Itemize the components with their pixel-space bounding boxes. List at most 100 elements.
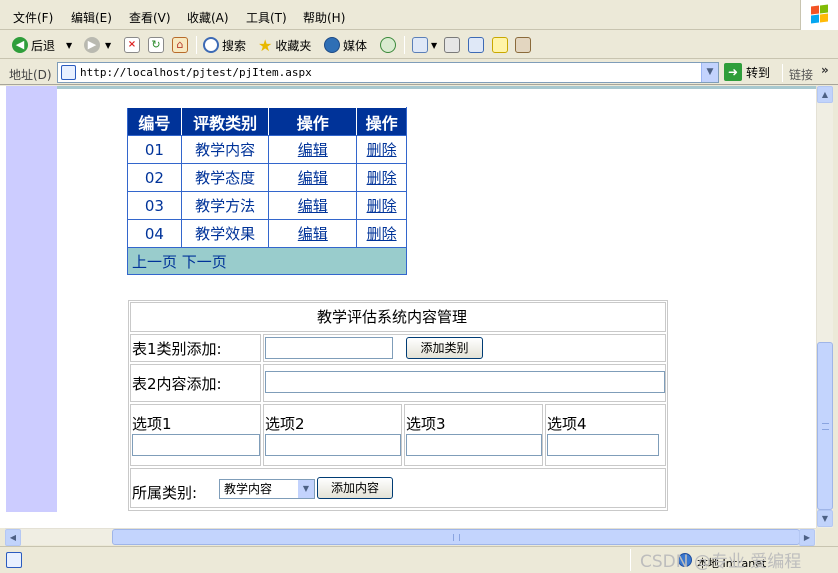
option1-input[interactable] (132, 434, 260, 456)
content-add-label: 表2内容添加: (132, 375, 222, 393)
delete-link[interactable]: 删除 (367, 197, 397, 215)
discuss-button[interactable] (492, 35, 508, 55)
go-label: 转到 (746, 65, 771, 80)
menu-help[interactable]: 帮助(H) (303, 9, 345, 26)
add-category-button[interactable]: 添加类别 (406, 337, 483, 359)
refresh-button[interactable]: ↻ (148, 35, 164, 55)
address-dropdown-icon[interactable]: ▼ (701, 63, 718, 82)
links-separator (782, 64, 783, 82)
table-row: 03 教学方法 编辑 删除 (127, 191, 407, 220)
stop-icon: × (124, 37, 140, 53)
edit-cell: 编辑 (268, 163, 358, 192)
scroll-left-icon[interactable]: ◀ (5, 529, 21, 546)
print-icon (444, 37, 460, 53)
scroll-down-icon[interactable]: ▼ (817, 510, 833, 527)
go-button[interactable]: ➜ 转到 (724, 63, 770, 81)
edit-link[interactable]: 编辑 (298, 141, 328, 159)
search-button[interactable]: 搜索 (203, 35, 246, 55)
option3-label: 选项3 (406, 415, 446, 433)
links-more-icon[interactable]: » (821, 63, 829, 77)
menu-edit[interactable]: 编辑(E) (71, 9, 112, 26)
messenger-icon (515, 37, 531, 53)
forward-arrow-icon: ▶ (84, 37, 100, 53)
category-add-label: 表1类别添加: (132, 340, 222, 358)
page-icon (61, 65, 76, 80)
windows-logo-icon (800, 0, 838, 30)
category-name-input[interactable] (265, 337, 393, 359)
edit-cell: 编辑 (268, 191, 358, 220)
option2-input[interactable] (265, 434, 401, 456)
edit-link[interactable]: 编辑 (298, 169, 328, 187)
forward-dropdown-icon[interactable]: ▼ (105, 41, 111, 50)
category-select[interactable]: 教学内容 ▼ (219, 479, 315, 499)
edit-page-button[interactable] (468, 35, 484, 55)
back-button[interactable]: ◀ 后退 ▼ (12, 35, 72, 55)
option3-input[interactable] (406, 434, 542, 456)
grid-pager-row: 上一页 下一页 (127, 247, 407, 275)
edit-cell: 编辑 (268, 219, 358, 248)
address-url[interactable]: http://localhost/pjtest/pjItem.aspx (80, 66, 312, 79)
favorites-star-icon: ★ (258, 35, 273, 55)
scroll-up-icon[interactable]: ▲ (817, 86, 833, 103)
stop-button[interactable]: × (124, 35, 140, 55)
status-pane-divider (630, 549, 631, 571)
history-button[interactable] (380, 35, 396, 55)
menu-file[interactable]: 文件(F) (13, 9, 53, 26)
links-label[interactable]: 链接 (789, 66, 813, 83)
top-rule (57, 86, 816, 89)
page-viewport: 编号 评教类别 操作 操作 01 教学内容 编辑 删除 02 教学态度 编辑 删… (0, 86, 816, 528)
window-right-edge (833, 86, 838, 546)
edit-link[interactable]: 编辑 (298, 225, 328, 243)
edit-link[interactable]: 编辑 (298, 197, 328, 215)
back-arrow-icon: ◀ (12, 37, 28, 53)
forward-button[interactable]: ▶ ▼ (84, 35, 111, 55)
address-label: 地址(D) (9, 68, 52, 82)
option4-input[interactable] (547, 434, 659, 456)
add-content-button[interactable]: 添加内容 (317, 477, 393, 499)
select-dropdown-icon[interactable]: ▼ (298, 480, 314, 498)
address-input[interactable]: http://localhost/pjtest/pjItem.aspx ▼ (57, 62, 719, 83)
grid-header-action-delete: 操作 (356, 107, 407, 136)
content-input[interactable] (265, 371, 665, 393)
horizontal-scroll-thumb[interactable] (112, 529, 800, 545)
table-row: 04 教学效果 编辑 删除 (127, 219, 407, 248)
toolbar-separator (196, 36, 197, 54)
content-management-form: 教学评估系统内容管理 表1类别添加: 添加类别 表2内容添加: 选项1 选项2 … (128, 300, 668, 511)
prev-page-link[interactable]: 上一页 (132, 253, 177, 271)
left-sidebar-strip (6, 86, 57, 512)
mail-button[interactable]: ▼ (412, 35, 437, 55)
scroll-right-icon[interactable]: ▶ (799, 529, 815, 546)
messenger-button[interactable] (515, 35, 531, 55)
menu-tools[interactable]: 工具(T) (246, 9, 287, 26)
next-page-link[interactable]: 下一页 (182, 253, 227, 271)
horizontal-scrollbar[interactable]: ◀ ▶ (5, 528, 816, 546)
row-category: 教学效果 (180, 219, 270, 248)
row-category: 教学方法 (180, 191, 270, 220)
print-button[interactable] (444, 35, 460, 55)
media-icon (324, 37, 340, 53)
mail-dropdown-icon[interactable]: ▼ (431, 41, 437, 50)
vertical-scroll-thumb[interactable] (817, 342, 833, 510)
menu-view[interactable]: 查看(V) (129, 9, 171, 26)
menu-favorites[interactable]: 收藏(A) (187, 9, 229, 26)
vertical-scrollbar[interactable]: ▲ ▼ (816, 86, 833, 528)
category-select-label: 所属类别: (132, 484, 198, 502)
delete-link[interactable]: 删除 (367, 225, 397, 243)
media-button[interactable]: 媒体 (324, 35, 367, 55)
row-category: 教学态度 (180, 163, 270, 192)
home-button[interactable]: ⌂ (172, 35, 188, 55)
grid-header-row: 编号 评教类别 操作 操作 (127, 107, 407, 136)
media-label: 媒体 (343, 38, 368, 53)
search-label: 搜索 (222, 38, 247, 53)
back-dropdown-icon[interactable]: ▼ (66, 41, 72, 50)
category-select-cell (130, 468, 666, 508)
favorites-button[interactable]: ★ 收藏夹 (258, 35, 311, 55)
option1-label: 选项1 (132, 415, 172, 433)
back-label: 后退 (31, 38, 56, 53)
delete-link[interactable]: 删除 (367, 169, 397, 187)
grid-header-category: 评教类别 (180, 107, 270, 136)
toolbar: ◀ 后退 ▼ ▶ ▼ × ↻ ⌂ 搜索 ★ 收藏夹 媒体 ▼ (0, 31, 838, 59)
row-id: 03 (127, 191, 182, 220)
delete-link[interactable]: 删除 (367, 141, 397, 159)
edit-page-icon (468, 37, 484, 53)
